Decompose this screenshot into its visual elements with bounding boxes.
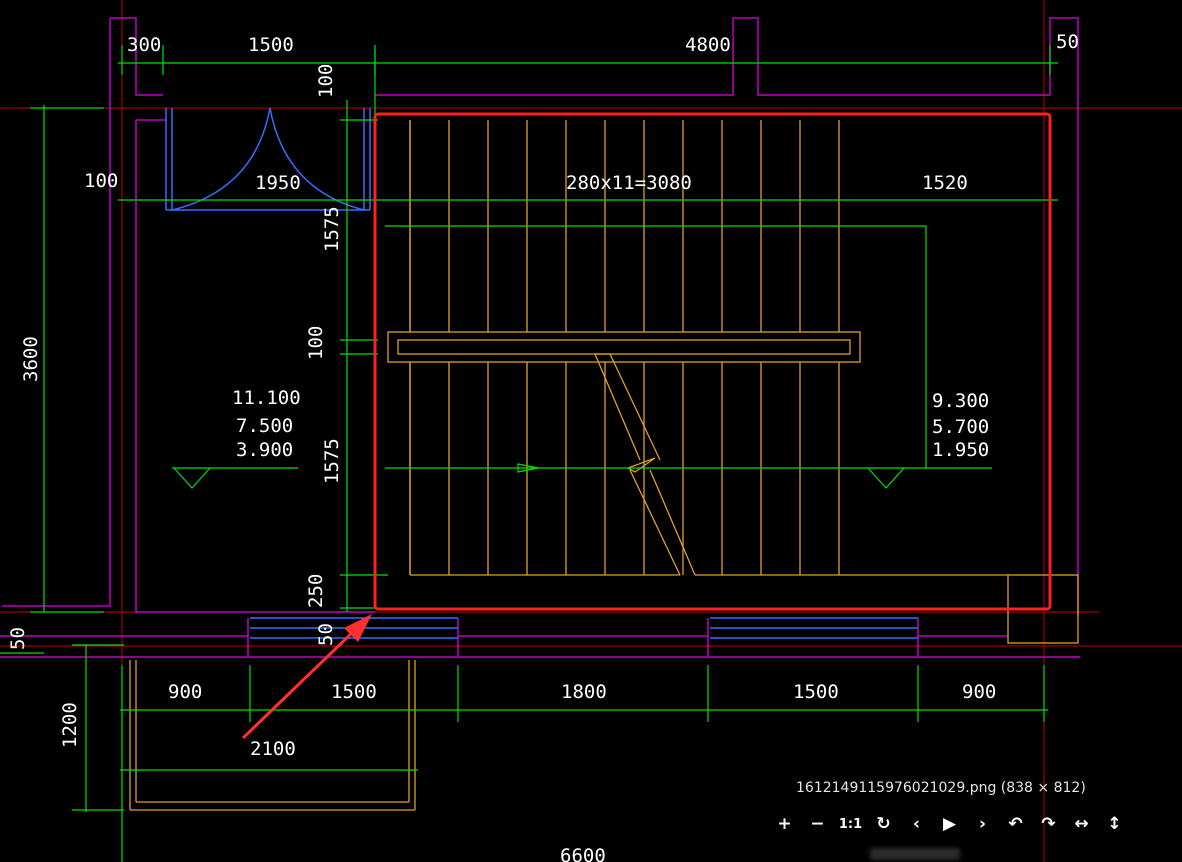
dim-6600: 6600 — [560, 845, 606, 862]
dim-3600: 3600 — [20, 336, 42, 382]
flip-vertical-button[interactable]: ↕ — [1098, 810, 1131, 838]
dim-4800: 4800 — [685, 34, 731, 56]
dim-steps: 280x11=3080 — [566, 172, 692, 194]
dim-50-mid: 50 — [315, 623, 337, 646]
door-symbol — [165, 107, 371, 211]
stair-plan — [129, 120, 1079, 811]
flip-horizontal-button[interactable]: ↔ — [1065, 810, 1098, 838]
dim-900-left: 900 — [168, 681, 202, 703]
actual-size-button[interactable]: 1:1 — [834, 810, 867, 838]
rotate-right-button[interactable]: ↷ — [1032, 810, 1065, 838]
elevation-left-2: 7.500 — [236, 415, 293, 437]
elevation-right-1: 9.300 — [932, 390, 989, 412]
dim-1200: 1200 — [59, 702, 81, 748]
dimension-lines — [0, 45, 1058, 862]
elevation-right-2: 5.700 — [932, 416, 989, 438]
dim-1950: 1950 — [255, 172, 301, 194]
previous-button[interactable]: ‹ — [900, 810, 933, 838]
dim-250: 250 — [305, 574, 327, 608]
play-button[interactable]: ▶ — [933, 810, 966, 838]
rotate-left-button[interactable]: ↶ — [999, 810, 1032, 838]
dim-300: 300 — [127, 34, 161, 56]
elevation-left-3: 3.900 — [236, 439, 293, 461]
dim-100-left: 100 — [84, 170, 118, 192]
dimension-texts: 300 1500 4800 50 100 100 1950 280x11=308… — [7, 31, 1079, 862]
dim-100-vertical: 100 — [315, 64, 337, 98]
annotation-arrow — [241, 614, 372, 740]
dim-1800: 1800 — [561, 681, 607, 703]
refresh-button[interactable]: ↻ — [867, 810, 900, 838]
dim-1575-lower: 1575 — [321, 438, 343, 484]
dim-50-top: 50 — [1056, 31, 1079, 53]
dim-100-mid: 100 — [305, 326, 327, 360]
elevation-right-3: 1.950 — [932, 439, 989, 461]
axis-lines — [0, 0, 1182, 862]
elevation-left-1: 11.100 — [232, 387, 301, 409]
dim-50-left: 50 — [7, 627, 29, 650]
blurred-text — [870, 848, 960, 860]
dim-1500-top: 1500 — [248, 34, 294, 56]
dim-1575-upper: 1575 — [321, 206, 343, 252]
cad-drawing: 300 1500 4800 50 100 100 1950 280x11=308… — [0, 0, 1182, 862]
dim-1500-left: 1500 — [331, 681, 377, 703]
viewer-toolbar: + −1:1 ↻ ‹ ▶ › ↶ ↷ ↔ ↕ — [768, 810, 1131, 838]
image-caption: 1612149115976021029.png (838 × 812) — [796, 780, 1086, 796]
next-button[interactable]: › — [966, 810, 999, 838]
zoom-out-button[interactable]: − — [801, 810, 834, 838]
dim-2100: 2100 — [250, 738, 296, 760]
dim-1500-right: 1500 — [793, 681, 839, 703]
zoom-in-button[interactable]: + — [768, 810, 801, 838]
dim-900-right: 900 — [962, 681, 996, 703]
dim-1520: 1520 — [922, 172, 968, 194]
